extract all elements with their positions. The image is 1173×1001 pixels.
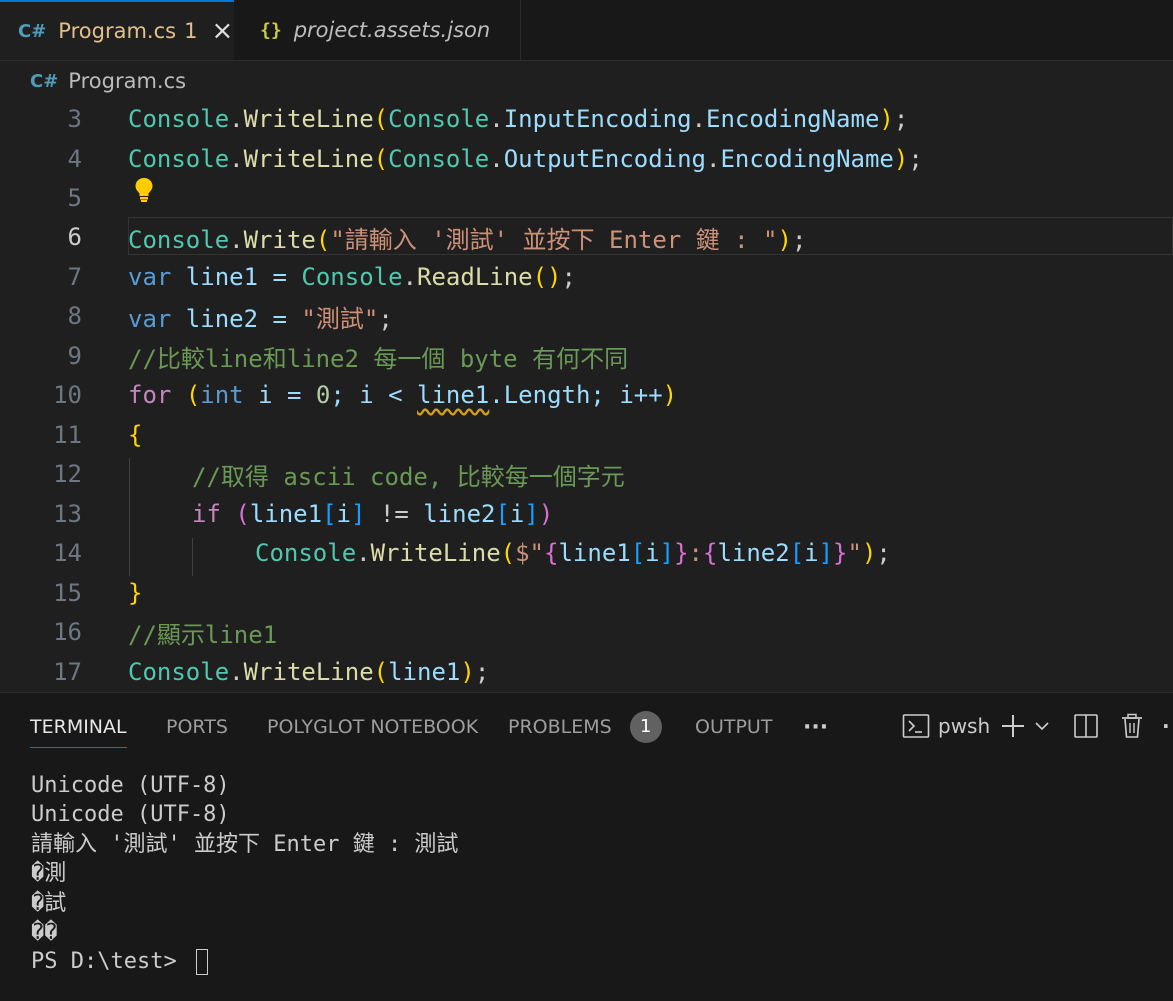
code-text: var line2 = "測試"; (128, 304, 393, 333)
code-comment: //比較line和line2 每一個 byte 有何不同 (128, 344, 629, 373)
line-number: 13 (53, 500, 82, 528)
new-terminal-button[interactable] (1000, 709, 1050, 743)
terminal-line: Unicode (UTF-8) (31, 773, 230, 798)
code-line: 14 Console.WriteLine($"{line1[i]}:{line2… (0, 533, 1173, 573)
line-number: 4 (67, 145, 82, 173)
line-number: 15 (53, 579, 82, 607)
tab-label: Program.cs (58, 19, 177, 43)
plus-icon (1002, 715, 1024, 737)
terminal-icon (902, 714, 930, 738)
code-line: 15 } (0, 573, 1173, 613)
bottom-panel: TERMINAL PORTS POLYGLOT NOTEBOOK PROBLEM… (0, 692, 1173, 1001)
editor-tab-bar: C# Program.cs 1 × {} project.assets.json (0, 0, 1173, 61)
code-line: 7 var line1 = Console.ReadLine(); (0, 257, 1173, 297)
problems-count-badge: 1 (629, 711, 662, 743)
lightbulb-icon[interactable] (134, 177, 154, 203)
code-line: 8 var line2 = "測試"; (0, 296, 1173, 336)
trash-icon (1122, 713, 1142, 738)
code-comment: //取得 ascii code, 比較每一個字元 (192, 462, 625, 491)
csharp-icon: C# (18, 20, 47, 42)
terminal-shell-selector[interactable]: pwsh (902, 709, 990, 743)
terminal-prompt: PS D:\test> (31, 949, 190, 975)
chevron-down-icon[interactable] (1034, 720, 1050, 732)
tab-polyglot-notebook[interactable]: POLYGLOT NOTEBOOK (267, 707, 478, 747)
code-line: 9 //比較line和line2 每一個 byte 有何不同 (0, 336, 1173, 376)
split-icon (1074, 714, 1098, 738)
code-comment: //顯示line1 (128, 620, 278, 649)
line-number: 17 (53, 658, 82, 686)
terminal-line: �� (31, 920, 58, 946)
code-text: Console.WriteLine(line1); (128, 658, 490, 686)
terminal-prompt-line: PS D:\test> (31, 947, 458, 976)
code-line: 10 for (int i = 0; i < line1.Length; i++… (0, 375, 1173, 415)
code-line: 3 Console.WriteLine(Console.InputEncodin… (0, 101, 1173, 139)
terminal-output[interactable]: Unicode (UTF-8) Unicode (UTF-8) 請輸入 '測試' 並… (31, 771, 458, 977)
code-line: 6 Console.Write("請輸入 '測試' 並按下 Enter 鍵 : … (0, 217, 1173, 257)
code-line: 16 //顯示line1 (0, 612, 1173, 652)
code-text: Console.Write("請輸入 '測試' 並按下 Enter 鍵 : ")… (128, 225, 807, 254)
code-line: 17 Console.WriteLine(line1); (0, 652, 1173, 691)
split-terminal-button[interactable] (1073, 709, 1099, 743)
line-number: 7 (67, 263, 82, 291)
code-text: if (line1[i] != line2[i]) (192, 500, 554, 528)
terminal-line: 請輸入 '測試' 並按下 Enter 鍵 : 測試 (31, 831, 459, 857)
tab-terminal[interactable]: TERMINAL (30, 707, 127, 748)
json-braces-icon: {} (260, 19, 282, 41)
terminal-line: �試 (31, 890, 67, 916)
code-line: 5 (0, 178, 1173, 218)
breadcrumb: C# Program.cs (0, 61, 1173, 101)
line-number: 10 (53, 381, 82, 409)
line-number: 11 (53, 421, 82, 449)
tab-label: project.assets.json (293, 18, 491, 42)
line-number: 6 (67, 223, 82, 251)
line-number: 14 (53, 539, 82, 567)
code-text: { (128, 421, 143, 449)
shell-name: pwsh (938, 714, 991, 738)
tab-program-cs[interactable]: C# Program.cs 1 × (0, 0, 234, 60)
line-number: 5 (67, 184, 82, 212)
code-text: var line1 = Console.ReadLine(); (128, 263, 576, 291)
line-number: 9 (67, 342, 82, 370)
panel-tab-bar: TERMINAL PORTS POLYGLOT NOTEBOOK PROBLEM… (0, 693, 1173, 757)
tab-output[interactable]: OUTPUT (695, 707, 772, 747)
tab-project-assets-json[interactable]: {} project.assets.json (236, 0, 521, 60)
code-text: Console.WriteLine(Console.InputEncoding.… (128, 105, 909, 133)
code-text: Console.WriteLine($"{line1[i]}:{line2[i]… (255, 539, 891, 567)
line-number: 8 (67, 302, 82, 330)
close-icon[interactable]: × (211, 18, 233, 44)
terminal-line: �測 (31, 861, 67, 887)
code-line: 13 if (line1[i] != line2[i]) (0, 494, 1173, 534)
problem-count-badge: 1 (184, 19, 198, 43)
more-actions-icon[interactable]: ··· (803, 707, 828, 747)
line-number: 12 (53, 460, 82, 488)
code-text: } (128, 579, 143, 607)
breadcrumb-item-program-cs[interactable]: Program.cs (68, 69, 186, 93)
code-text: for (int i = 0; i < line1.Length; i++) (128, 381, 678, 409)
line-number: 16 (53, 618, 82, 646)
terminal-cursor (195, 949, 208, 976)
line-number: 3 (67, 105, 82, 133)
kill-terminal-button[interactable] (1120, 709, 1144, 743)
terminal-line: Unicode (UTF-8) (31, 802, 230, 828)
code-line: 4 Console.WriteLine(Console.OutputEncodi… (0, 139, 1173, 179)
tab-ports[interactable]: PORTS (166, 707, 228, 747)
code-editor[interactable]: 3 Console.WriteLine(Console.InputEncodin… (0, 101, 1173, 691)
warning-squiggle: line1 (417, 381, 490, 409)
tab-problems[interactable]: PROBLEMS 1 (508, 707, 662, 747)
more-icon[interactable]: · (1162, 709, 1170, 743)
code-line: 12 //取得 ascii code, 比較每一個字元 (0, 454, 1173, 494)
code-text: Console.WriteLine(Console.OutputEncoding… (128, 145, 923, 173)
csharp-icon: C# (30, 70, 59, 92)
code-line: 11 { (0, 415, 1173, 455)
